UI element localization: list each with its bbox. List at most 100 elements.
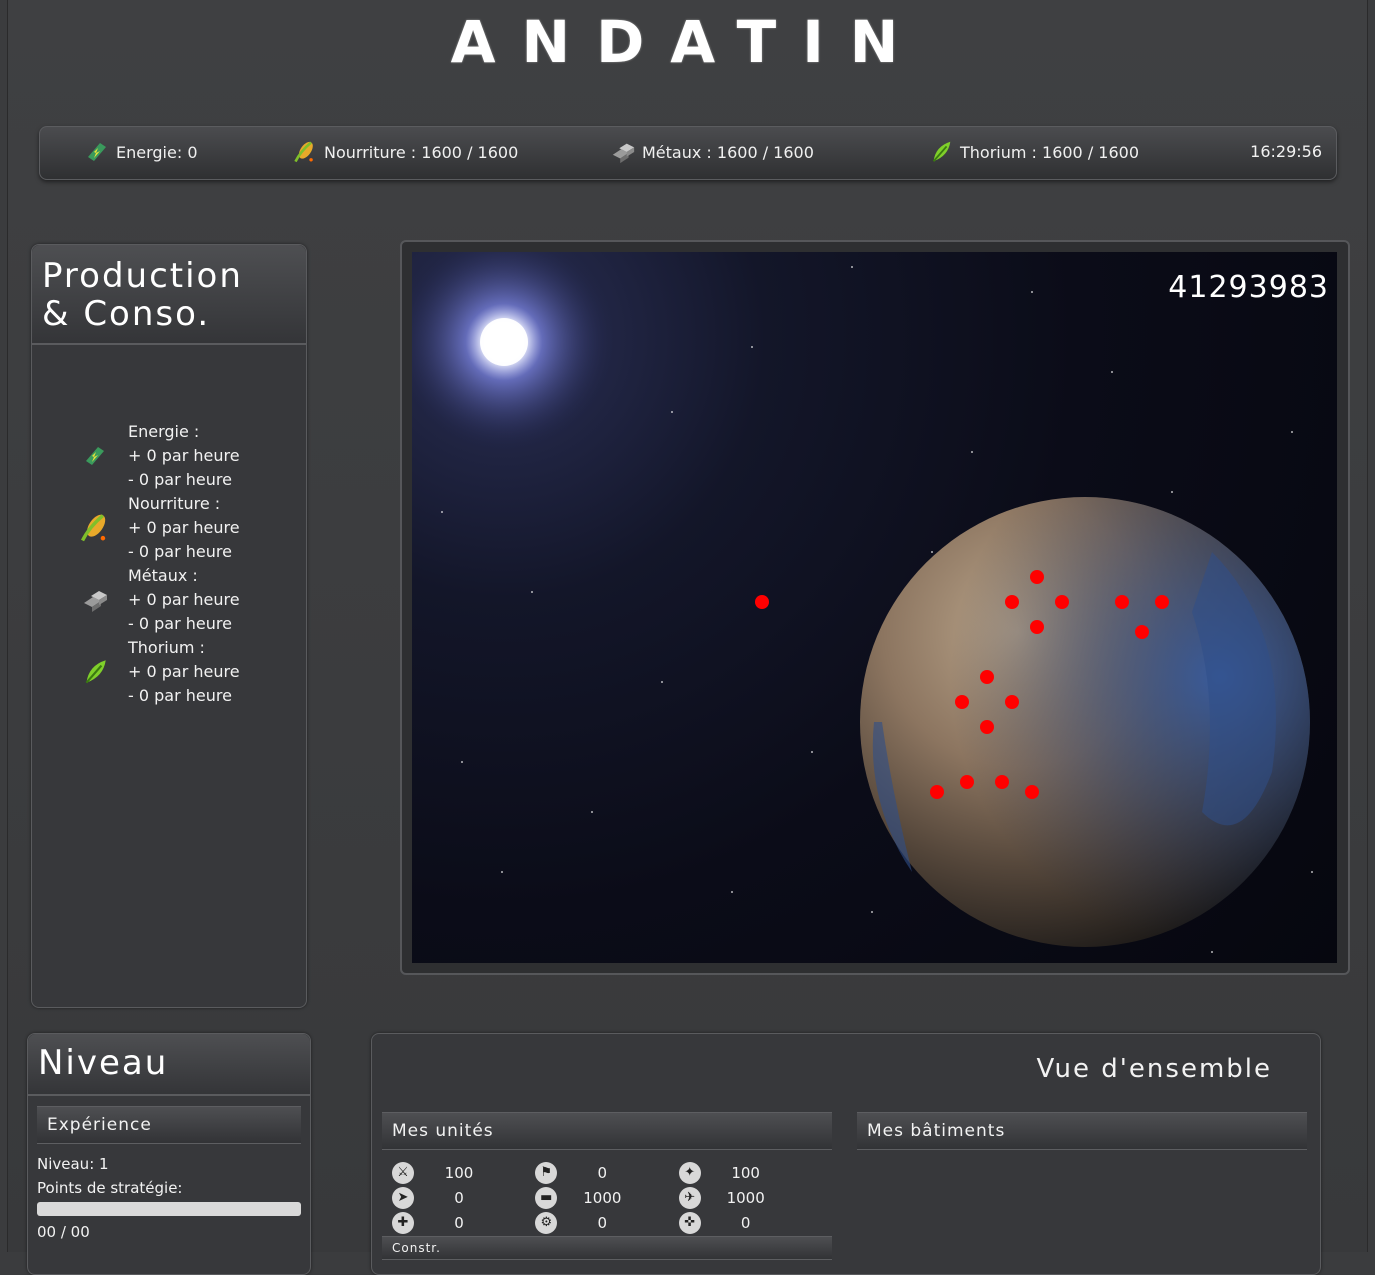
- soldier-icon: ⚑: [535, 1161, 558, 1184]
- scout-icon: ➤: [392, 1186, 414, 1209]
- production-title: Production & Conso.: [32, 245, 306, 345]
- production-list: Energie : + 0 par heure - 0 par heure No…: [62, 420, 240, 708]
- level-details: Niveau: 1 Points de stratégie: 00 / 00: [28, 1144, 310, 1244]
- production-panel: Production & Conso. Energie : + 0 par he…: [31, 244, 307, 1008]
- space-scene[interactable]: 41293983: [412, 252, 1337, 963]
- sniper-icon: ✜: [678, 1211, 701, 1234]
- production-minus: - 0 par heure: [128, 542, 232, 561]
- location-marker[interactable]: [1055, 595, 1069, 609]
- location-marker[interactable]: [755, 595, 769, 609]
- location-marker[interactable]: [995, 775, 1009, 789]
- strategy-value: 00 / 00: [37, 1223, 90, 1241]
- energy-text: Energie: 0: [116, 142, 198, 162]
- overview-panel: Vue d'ensemble Mes unités Mes bâtiments …: [371, 1033, 1321, 1275]
- units-grid: ⚔ 100 ⚑ 0 ✦ 100 ➤ 0 ▬ 1000 ✈ 1000 ✚ 0 ⚙ 0 ✜ 0: [392, 1160, 822, 1235]
- production-plus: + 0 par heure: [128, 518, 240, 537]
- unit-cell[interactable]: ✜ 0: [678, 1211, 822, 1234]
- mech-icon: ⚙: [535, 1211, 558, 1234]
- food-resource: Nourriture : 1600 / 1600: [292, 139, 518, 165]
- planet-coordinates: 41293983: [1168, 270, 1329, 305]
- location-marker[interactable]: [980, 670, 994, 684]
- level-title: Niveau: [28, 1034, 310, 1096]
- production-title-line2: & Conso.: [42, 294, 211, 334]
- level-panel: Niveau Expérience Niveau: 1 Points de st…: [27, 1033, 311, 1275]
- unit-count: 100: [444, 1163, 474, 1182]
- unit-cell[interactable]: ⚙ 0: [535, 1211, 678, 1234]
- production-label: Energie :: [128, 422, 200, 441]
- location-marker[interactable]: [955, 695, 969, 709]
- food-text: Nourriture : 1600 / 1600: [324, 142, 519, 162]
- infantry-icon: ⚔: [392, 1161, 414, 1184]
- unit-count: 0: [454, 1188, 464, 1207]
- production-label: Métaux :: [128, 566, 198, 585]
- unit-count: 1000: [726, 1188, 765, 1207]
- unit-count: 0: [597, 1213, 608, 1232]
- experience-section: Expérience: [37, 1106, 301, 1144]
- unit-cell[interactable]: ✚ 0: [392, 1211, 535, 1234]
- location-marker[interactable]: [960, 775, 974, 789]
- next-section-header: Constr.: [382, 1236, 832, 1260]
- metals-resource: Métaux : 1600 / 1600: [610, 139, 814, 165]
- location-marker[interactable]: [930, 785, 944, 799]
- production-plus: + 0 par heure: [128, 446, 240, 465]
- resource-bar: Energie: 0 Nourriture : 1600 / 1600 Méta…: [39, 126, 1337, 180]
- food-icon: [62, 492, 128, 564]
- medic-icon: ✚: [392, 1211, 414, 1234]
- production-food: Nourriture : + 0 par heure - 0 par heure: [62, 492, 240, 564]
- experience-header: Expérience: [37, 1106, 301, 1144]
- unit-count: 1000: [583, 1188, 622, 1207]
- production-plus: + 0 par heure: [128, 662, 240, 681]
- production-minus: - 0 par heure: [128, 470, 232, 489]
- food-icon: [292, 139, 318, 165]
- production-minus: - 0 par heure: [128, 614, 232, 633]
- unit-count: 100: [731, 1163, 760, 1182]
- location-marker[interactable]: [1030, 620, 1044, 634]
- unit-cell[interactable]: ✦ 100: [678, 1161, 822, 1184]
- thorium-icon: [62, 636, 128, 708]
- unit-cell[interactable]: ▬ 1000: [535, 1186, 678, 1209]
- strategy-progress-bar: [37, 1202, 301, 1216]
- grenadier-icon: ✦: [678, 1161, 701, 1184]
- level-text: Niveau: 1: [37, 1155, 109, 1173]
- energy-icon: [62, 420, 128, 492]
- units-header: Mes unités: [382, 1112, 832, 1150]
- location-marker[interactable]: [1155, 595, 1169, 609]
- production-label: Thorium :: [128, 638, 205, 657]
- location-marker[interactable]: [980, 720, 994, 734]
- production-title-line1: Production: [42, 256, 243, 296]
- metals-icon: [62, 564, 128, 636]
- game-logo: ANDATIN: [450, 8, 925, 76]
- energy-icon: [84, 139, 110, 165]
- location-marker[interactable]: [1135, 625, 1149, 639]
- thorium-text: Thorium : 1600 / 1600: [960, 142, 1140, 162]
- unit-cell[interactable]: ⚑ 0: [535, 1161, 678, 1184]
- sun-core: [480, 318, 528, 366]
- space-background: [412, 252, 1313, 953]
- server-clock: 16:29:56: [1250, 142, 1322, 161]
- location-marker[interactable]: [1005, 595, 1019, 609]
- unit-cell[interactable]: ⚔ 100: [392, 1161, 535, 1184]
- overview-title: Vue d'ensemble: [1036, 1054, 1272, 1084]
- planet-viewer: 41293983: [400, 240, 1350, 975]
- production-thorium: Thorium : + 0 par heure - 0 par heure: [62, 636, 240, 708]
- production-energy: Energie : + 0 par heure - 0 par heure: [62, 420, 240, 492]
- thorium-icon: [928, 139, 954, 165]
- metals-icon: [610, 139, 636, 165]
- location-marker[interactable]: [1005, 695, 1019, 709]
- unit-cell[interactable]: ➤ 0: [392, 1186, 535, 1209]
- tank-icon: ▬: [535, 1186, 558, 1209]
- buildings-header: Mes bâtiments: [857, 1112, 1307, 1150]
- unit-count: 0: [740, 1213, 751, 1232]
- production-metals: Métaux : + 0 par heure - 0 par heure: [62, 564, 240, 636]
- production-plus: + 0 par heure: [128, 590, 240, 609]
- strategy-label: Points de stratégie:: [37, 1179, 183, 1197]
- unit-cell[interactable]: ✈ 1000: [678, 1186, 822, 1209]
- metals-text: Métaux : 1600 / 1600: [642, 142, 814, 162]
- location-marker[interactable]: [1030, 570, 1044, 584]
- location-marker[interactable]: [1115, 595, 1129, 609]
- thorium-resource: Thorium : 1600 / 1600: [928, 139, 1139, 165]
- unit-count: 0: [597, 1163, 608, 1182]
- unit-count: 0: [454, 1213, 464, 1232]
- aircraft-icon: ✈: [678, 1186, 701, 1209]
- location-marker[interactable]: [1025, 785, 1039, 799]
